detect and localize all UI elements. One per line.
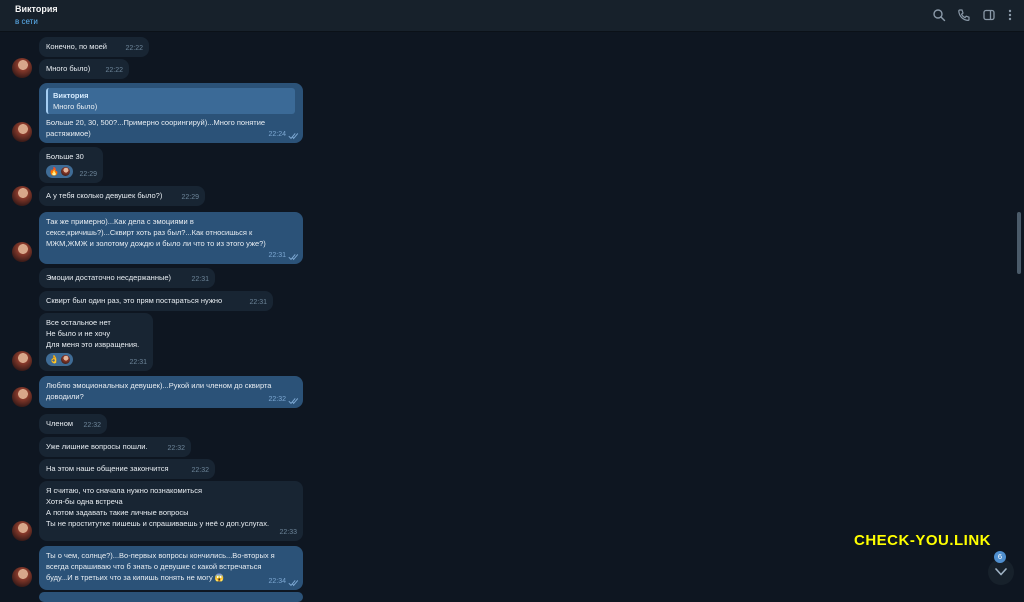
- message-text: всегда спрашиваю что б знать о девушке с…: [46, 562, 262, 571]
- message-text: Ты не проститутке пишешь и спрашиваешь у…: [46, 519, 270, 528]
- message-incoming[interactable]: А у тебя сколько девушек было?) 22:29: [39, 186, 205, 206]
- reply-author: Виктория: [53, 91, 89, 100]
- message-text: Ты о чем, солнце?)...Во-первых вопросы к…: [46, 551, 275, 560]
- message-outgoing-partial[interactable]: [39, 592, 303, 602]
- avatar[interactable]: [12, 122, 32, 142]
- reply-quote[interactable]: Виктория Много было): [46, 88, 295, 114]
- message-incoming[interactable]: Конечно, по моей 22:22: [39, 37, 149, 57]
- message-outgoing[interactable]: Люблю эмоциональных девушек)...Рукой или…: [39, 376, 303, 408]
- message-text: Хотя-бы одна встреча: [46, 497, 123, 506]
- message-text: Больше 20, 30, 500?...Примерно соорингир…: [46, 118, 266, 127]
- message-text: Не было и не хочу: [46, 329, 111, 338]
- message-text: буду...И в третьих что за кипишь понять …: [46, 573, 225, 582]
- message-text: Сквирт был один раз, это прям постаратьс…: [46, 296, 223, 305]
- message-incoming[interactable]: Много было) 22:22: [39, 59, 129, 79]
- read-checkmarks-icon: [288, 133, 299, 140]
- message-outgoing[interactable]: Так же примерно)...Как дела с эмоциями в…: [39, 212, 303, 264]
- reaction-badge[interactable]: 👌: [46, 353, 73, 366]
- avatar[interactable]: [12, 567, 32, 587]
- more-icon[interactable]: [1003, 8, 1017, 22]
- reaction-avatar: [60, 355, 70, 364]
- chat-header: Виктория в сети: [0, 0, 1024, 32]
- message-text: растяжимое): [46, 129, 91, 138]
- avatar[interactable]: [12, 521, 32, 541]
- message-incoming[interactable]: Все остальное нет Не было и не хочу Для …: [39, 313, 153, 371]
- message-time: 22:32: [268, 396, 286, 403]
- message-text: доводили?: [46, 392, 84, 401]
- message-text: Уже лишние вопросы пошли.: [46, 442, 148, 451]
- message-time: 22:22: [125, 45, 143, 52]
- message-time: 22:29: [181, 194, 199, 201]
- message-text: Эмоции достаточно несдержанные): [46, 273, 172, 282]
- message-time: 22:22: [105, 67, 123, 74]
- message-incoming[interactable]: Эмоции достаточно несдержанные) 22:31: [39, 268, 215, 288]
- unread-count-badge: 6: [994, 551, 1006, 563]
- search-icon[interactable]: [932, 8, 946, 22]
- message-time: 22:33: [279, 529, 297, 536]
- message-time: 22:31: [191, 276, 209, 283]
- reaction-avatar: [60, 167, 70, 176]
- online-status: в сети: [15, 17, 38, 26]
- avatar[interactable]: [12, 351, 32, 371]
- avatar[interactable]: [12, 186, 32, 206]
- avatar[interactable]: [12, 58, 32, 78]
- message-incoming[interactable]: Уже лишние вопросы пошли. 22:32: [39, 437, 191, 457]
- message-text: Для меня это извращения.: [46, 340, 140, 349]
- sidebar-icon[interactable]: [982, 8, 996, 22]
- chat-title[interactable]: Виктория: [15, 4, 58, 14]
- read-checkmarks-icon: [288, 580, 299, 587]
- message-text: Все остальное нет: [46, 318, 111, 327]
- message-text: сексе,кричишь?)...Сквирт хоть раз был?..…: [46, 228, 253, 237]
- avatar[interactable]: [12, 242, 32, 262]
- message-text: Так же примерно)...Как дела с эмоциями в: [46, 217, 194, 226]
- message-time: 22:32: [167, 445, 185, 452]
- message-text: Люблю эмоциональных девушек)...Рукой или…: [46, 381, 272, 390]
- message-text: Я считаю, что сначала нужно познакомитьс…: [46, 486, 203, 495]
- message-text: МЖМ,ЖМЖ и золотому дождю и было ли что т…: [46, 239, 266, 248]
- message-time: 22:31: [268, 252, 286, 259]
- message-text: А потом задавать такие личные вопросы: [46, 508, 189, 517]
- message-text: Больше 30: [46, 152, 84, 161]
- message-incoming[interactable]: На этом наше общение закончится 22:32: [39, 459, 215, 479]
- message-incoming[interactable]: Сквирт был один раз, это прям постаратьс…: [39, 291, 273, 311]
- watermark: CHECK-YOU.LINK: [854, 532, 991, 549]
- message-time: 22:31: [129, 359, 147, 366]
- fire-reaction: 🔥: [49, 167, 59, 176]
- scrollbar-thumb[interactable]: [1017, 212, 1021, 274]
- message-outgoing[interactable]: Виктория Много было) Больше 20, 30, 500?…: [39, 83, 303, 143]
- message-time: 22:32: [83, 422, 101, 429]
- phone-icon[interactable]: [957, 8, 971, 22]
- reply-text: Много было): [53, 102, 98, 111]
- chevron-down-icon: [995, 568, 1007, 576]
- message-incoming[interactable]: Членом 22:32: [39, 414, 107, 434]
- avatar[interactable]: [12, 387, 32, 407]
- message-time: 22:32: [191, 467, 209, 474]
- reaction-badge[interactable]: 🔥: [46, 165, 73, 178]
- message-time: 22:34: [268, 578, 286, 585]
- message-time: 22:31: [249, 299, 267, 306]
- message-text: На этом наше общение закончится: [46, 464, 169, 473]
- message-incoming[interactable]: Больше 30 🔥 22:29: [39, 147, 103, 183]
- message-time: 22:29: [79, 171, 97, 178]
- read-checkmarks-icon: [288, 254, 299, 261]
- read-checkmarks-icon: [288, 398, 299, 405]
- message-text: А у тебя сколько девушек было?): [46, 191, 163, 200]
- message-incoming[interactable]: Я считаю, что сначала нужно познакомитьс…: [39, 481, 303, 541]
- ok-hand-reaction: 👌: [49, 355, 59, 364]
- message-time: 22:24: [268, 131, 286, 138]
- message-outgoing[interactable]: Ты о чем, солнце?)...Во-первых вопросы к…: [39, 546, 303, 590]
